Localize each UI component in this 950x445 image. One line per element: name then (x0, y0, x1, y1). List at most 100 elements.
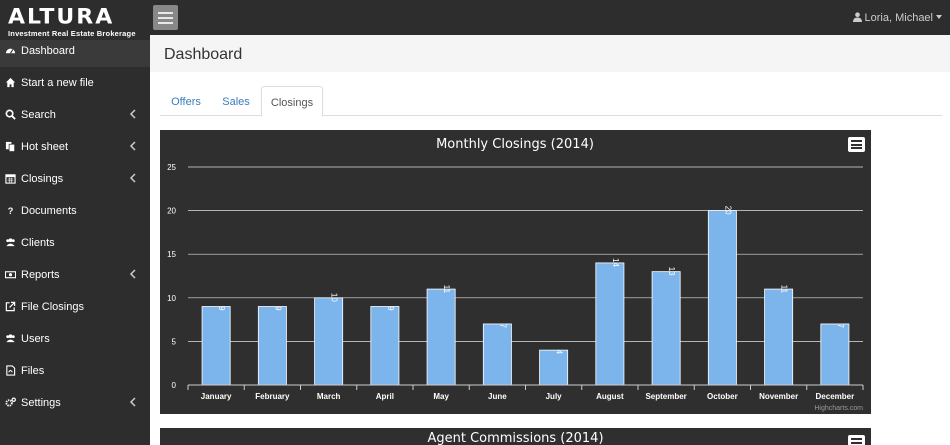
file-pdf-icon (6, 365, 16, 376)
sidebar-item-settings[interactable]: Settings (0, 387, 150, 419)
x-tick-label: September (645, 392, 686, 401)
sidebar-item-clients[interactable]: Clients (0, 227, 150, 259)
external-link-icon (5, 301, 16, 312)
tab-bar: Offers Sales Closings (160, 86, 942, 117)
x-tick-label: February (255, 392, 290, 401)
users-icon (6, 334, 15, 343)
sidebar-item-file-closings[interactable]: File Closings (0, 291, 150, 323)
main-content: Dashboard Offers Sales Closings Monthly … (150, 35, 950, 445)
svg-text:?: ? (8, 206, 14, 216)
brand-tagline: Investment Real Estate Brokerage (8, 29, 136, 38)
home-icon (5, 77, 16, 88)
chart-title: Agent Commissions (2014) (427, 431, 604, 445)
chart-menu-button[interactable] (848, 435, 865, 445)
sidebar-item-label: Closings (21, 173, 64, 185)
y-tick-label: 20 (167, 207, 176, 216)
page-title: Dashboard (164, 46, 243, 63)
sidebar-item-label: Dashboard (21, 45, 75, 57)
sidebar-item-label: Files (21, 365, 45, 377)
bar[interactable] (257, 306, 287, 386)
sidebar-item-label: Start a new file (21, 77, 94, 89)
x-tick-label: August (596, 392, 624, 401)
y-tick-label: 15 (167, 250, 176, 259)
chevron-left-icon (129, 141, 136, 151)
bar[interactable] (707, 210, 737, 386)
gears-icon (5, 397, 16, 407)
x-tick-label: December (816, 392, 855, 401)
chart-bars: 9 9 10 9 11 7 4 14 13 20 11 7 (201, 206, 850, 386)
tab-closings[interactable]: Closings (261, 86, 323, 117)
chart-title: Monthly Closings (2014) (436, 137, 594, 152)
bar[interactable] (426, 288, 456, 386)
x-tick-label: March (317, 392, 341, 401)
chevron-left-icon (129, 173, 136, 183)
chevron-down-icon (936, 15, 942, 19)
x-tick-label: November (759, 392, 798, 401)
sidebar-item-label: Reports (21, 269, 60, 281)
sidebar-item-documents[interactable]: ? Documents (0, 195, 150, 227)
sidebar-item-label: Search (21, 109, 56, 121)
bar[interactable] (539, 349, 569, 386)
data-label: 7 (498, 324, 507, 329)
data-label: 7 (836, 324, 845, 329)
data-label: 14 (611, 258, 620, 267)
chart-menu-button[interactable] (848, 137, 865, 152)
x-tick-label: January (201, 392, 232, 401)
data-label: 20 (723, 206, 732, 215)
data-label: 9 (386, 306, 395, 311)
data-label: 4 (555, 350, 564, 355)
y-tick-label: 10 (167, 294, 176, 303)
x-tick-label: June (488, 392, 507, 401)
data-label: 11 (442, 285, 451, 294)
tab-offers[interactable]: Offers (160, 86, 212, 116)
chart-svg: Monthly Closings (2014) 0510152025 9 9109… (167, 137, 864, 412)
bar[interactable] (595, 262, 625, 386)
sidebar-item-label: Hot sheet (21, 141, 69, 153)
page-header: Dashboard (150, 35, 950, 72)
data-label: 9 (273, 306, 282, 311)
chevron-left-icon (129, 269, 136, 279)
brand-name: ALTURA (8, 5, 115, 30)
data-label: 9 (217, 306, 226, 311)
y-tick-label: 25 (167, 163, 176, 172)
bar[interactable] (370, 306, 400, 386)
sidebar-item-label: Clients (21, 237, 55, 249)
x-tick-label: October (707, 392, 738, 401)
search-icon (5, 109, 16, 120)
data-label: 11 (780, 285, 789, 294)
user-menu[interactable]: Loria, Michael (852, 11, 942, 24)
sidebar-item-search[interactable]: Search (0, 99, 150, 131)
y-tick-label: 5 (172, 337, 177, 346)
sidebar-item-reports[interactable]: Reports (0, 259, 150, 291)
sidebar: Dashboard Start a new file Search Hot sh… (0, 35, 150, 445)
brand-logo[interactable]: ALTURA Investment Real Estate Brokerage (0, 0, 150, 40)
x-tick-label: May (433, 392, 449, 401)
menu-toggle-button[interactable] (153, 5, 178, 30)
money-icon (5, 271, 16, 279)
chart-x-axis: January February March April May June July Augu… (187, 384, 864, 401)
tab-sales[interactable]: Sales (212, 86, 260, 116)
user-name: Loria, Michael (864, 12, 933, 24)
bar[interactable] (482, 323, 512, 386)
sidebar-item-closings[interactable]: Closings (0, 163, 150, 195)
users-icon (6, 238, 15, 247)
sidebar-item-start-new-file[interactable]: Start a new file (0, 67, 150, 99)
bar[interactable] (201, 306, 231, 386)
sidebar-item-hot-sheet[interactable]: Hot sheet (0, 131, 150, 163)
bar[interactable] (314, 297, 344, 386)
sidebar-item-label: Settings (21, 397, 61, 409)
bar[interactable] (651, 271, 681, 386)
question-icon: ? (8, 206, 14, 216)
chevron-left-icon (129, 397, 136, 407)
data-label: 10 (330, 293, 339, 302)
bar[interactable] (820, 323, 850, 386)
user-icon (852, 12, 862, 22)
sidebar-item-files[interactable]: Files (0, 355, 150, 387)
x-tick-label: July (546, 392, 563, 401)
sidebar-item-users[interactable]: Users (0, 323, 150, 355)
y-tick-label: 0 (172, 381, 177, 390)
data-label: 13 (667, 267, 676, 276)
monthly-closings-chart: Monthly Closings (2014) 0 5 10 15 20 25 9 9 10 9… (160, 130, 871, 414)
chart-credit[interactable]: Highcharts.com (814, 405, 863, 412)
bar[interactable] (764, 288, 794, 386)
